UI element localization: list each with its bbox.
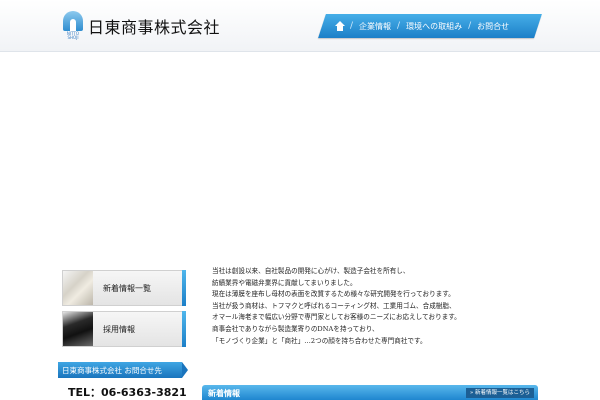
nav-item-contact[interactable]: お問合せ [471,21,515,32]
sidebar-link-recruit[interactable]: 採用情報 [62,311,186,347]
nav-item-environment[interactable]: 環境への取組み [400,21,468,32]
intro-line: 紡績業界や電磁弁業界に貢献してまいりました。 [212,278,357,287]
news-more-button[interactable]: » 新着情報一覧はこちら [465,388,534,398]
news-thumbnail [63,271,93,305]
global-nav: / 企業情報 / 環境への取組み / お問合せ [318,14,542,38]
sidebar-link-label: 採用情報 [103,324,135,334]
news-title: 新着情報 [208,388,240,398]
news-section-header: 新着情報 » 新着情報一覧はこちら [202,385,538,400]
recruit-thumbnail [63,312,93,346]
company-logo[interactable]: NITTO SHOJI 日東商事株式会社 [62,10,220,42]
company-name: 日東商事株式会社 [88,18,221,37]
logo-mark-icon: NITTO SHOJI [62,11,84,41]
intro-line: 「モノづくり企業」と「商社」…2つの顔を持ち合わせた専門商社です。 [212,336,427,345]
contact-banner: 日東商事株式会社 お問合せ先 [58,362,188,378]
contact-phone[interactable]: TEL：06-6363-3821 [68,384,187,400]
sidebar-link-news[interactable]: 新着情報一覧 [62,270,186,306]
company-intro: 当社は創設以来、自社製品の開発に心がけ、製造子会社を所有し、 紡績業界や電磁弁業… [212,266,512,347]
intro-line: 当社は創設以来、自社製品の開発に心がけ、製造子会社を所有し、 [212,267,410,275]
sidebar-link-label: 新着情報一覧 [103,283,151,293]
intro-line: オマール海老まで幅広い分野で専門家としてお客様のニーズにお応えしております。 [212,313,461,322]
intro-line: 当社が扱う商材は、トフマクと呼ばれるコーティング材、工業用ゴム、合成樹脂、 [212,301,456,310]
site-header: NITTO SHOJI 日東商事株式会社 / 企業情報 / 環境への取組み / … [0,0,600,52]
nav-item-company[interactable]: 企業情報 [353,21,397,32]
hero-area [0,52,600,262]
intro-line: 商事会社でありながら製造業寄りのDNAを持っており、 [212,324,379,333]
home-icon[interactable] [334,21,346,31]
intro-line: 現在は薄膜を座布し母材の表面を改質するため様々な研究開発を行っております。 [212,290,455,299]
